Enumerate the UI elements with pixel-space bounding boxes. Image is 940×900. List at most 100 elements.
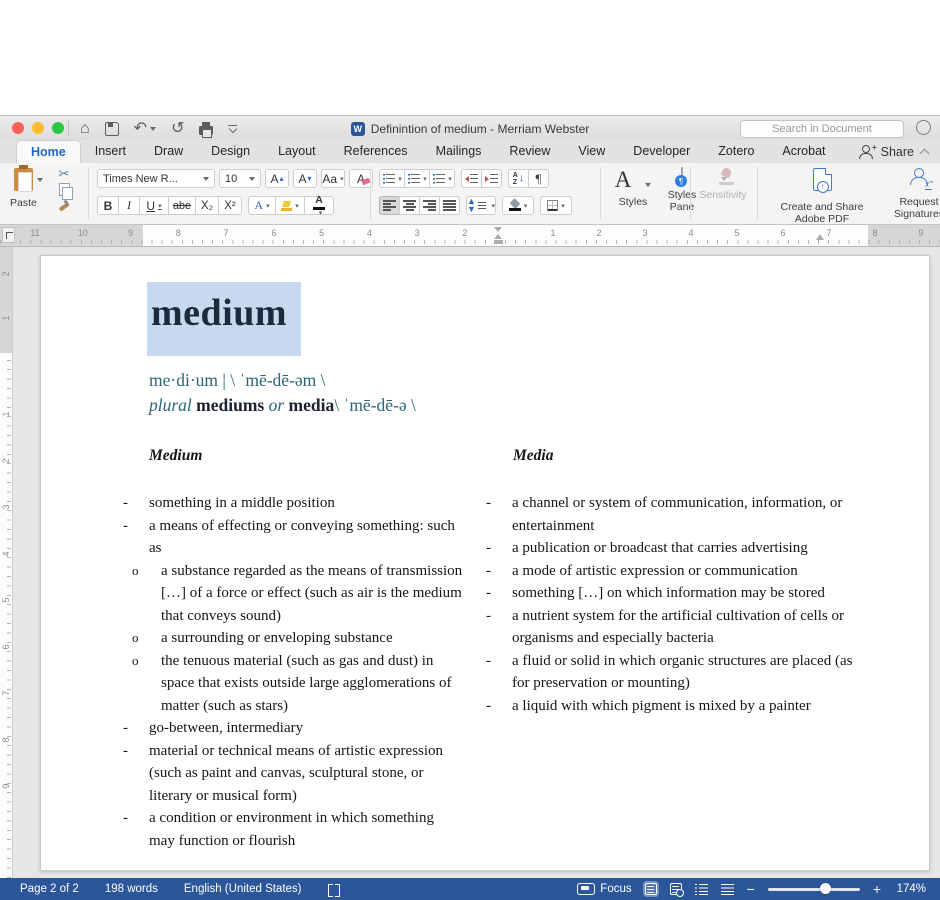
request-signatures-button[interactable]: x‴ Request Signatures (880, 168, 940, 220)
definition-item[interactable]: - go-between, intermediary (123, 717, 463, 740)
font-name-select[interactable]: Times New R... (97, 169, 215, 188)
horizontal-ruler[interactable]: 111098765432 123456789 (0, 225, 940, 247)
draft-view-button[interactable] (721, 884, 734, 895)
definition-item[interactable]: - something […] on which information may… (486, 582, 871, 605)
decrease-indent-button[interactable] (461, 169, 482, 188)
focus-mode-button[interactable]: Focus (577, 883, 631, 895)
ribbon-tab[interactable]: References (330, 140, 422, 163)
definition-item[interactable]: - something in a middle position (123, 492, 463, 515)
change-case-button[interactable]: Aa (321, 169, 345, 188)
zoom-out-button[interactable]: − (747, 882, 755, 896)
definition-item[interactable]: - a nutrient system for the artificial c… (486, 605, 871, 650)
paste-dropdown-caret[interactable] (37, 178, 43, 182)
format-painter-icon[interactable] (58, 199, 70, 211)
ribbon-tab[interactable]: Review (495, 140, 564, 163)
document-page[interactable]: medium me·di·um | \ ˈmē-dē-əm \ plural m… (40, 255, 930, 871)
zoom-window-button[interactable] (52, 122, 64, 134)
superscript-button[interactable]: X² (218, 196, 242, 215)
definition-item[interactable]: - a fluid or solid in which organic stru… (486, 650, 871, 695)
align-right-button[interactable] (419, 196, 440, 215)
numbering-button[interactable] (404, 169, 430, 188)
print-layout-view-button[interactable] (645, 883, 657, 895)
undo-dropdown-caret[interactable] (150, 127, 156, 131)
ribbon-tab[interactable]: Insert (81, 140, 140, 163)
zoom-percentage[interactable]: 174% (894, 883, 926, 895)
definition-item[interactable]: - a liquid with which pigment is mixed b… (486, 695, 871, 718)
zoom-slider-thumb[interactable] (820, 883, 831, 894)
track-changes-icon[interactable] (328, 884, 340, 895)
print-icon[interactable] (199, 122, 213, 135)
language-indicator[interactable]: English (United States) (184, 883, 302, 895)
web-layout-view-button[interactable] (670, 883, 682, 895)
paste-button[interactable]: Paste (10, 168, 37, 209)
definition-item[interactable]: - a channel or system of communication, … (486, 492, 871, 537)
close-window-button[interactable] (12, 122, 24, 134)
ribbon-tab[interactable]: Draw (140, 140, 197, 163)
font-color-button[interactable]: A (304, 196, 334, 215)
ribbon-tab[interactable]: Acrobat (768, 140, 839, 163)
borders-button[interactable] (540, 196, 572, 215)
create-share-adobe-pdf-button[interactable]: Create and Share Adobe PDF (772, 168, 872, 225)
bold-button[interactable]: B (97, 196, 119, 215)
shrink-font-button[interactable]: A (293, 169, 317, 188)
align-left-button[interactable] (379, 196, 400, 215)
font-size-select[interactable]: 10 (219, 169, 261, 188)
customize-toolbar-icon[interactable] (228, 125, 237, 133)
line-spacing-button[interactable]: ▲▼ (466, 196, 496, 215)
definition-column-media[interactable]: Media - a channel or system of communica… (486, 447, 871, 717)
ribbon-tab[interactable]: Developer (619, 140, 704, 163)
ribbon-tab[interactable]: Layout (264, 140, 330, 163)
grow-font-button[interactable]: A (265, 169, 289, 188)
copy-icon[interactable] (59, 183, 70, 196)
increase-indent-button[interactable] (481, 169, 502, 188)
outline-view-button[interactable] (695, 884, 708, 895)
ribbon-tab[interactable]: Zotero (704, 140, 768, 163)
definition-item[interactable]: - a publication or broadcast that carrie… (486, 537, 871, 560)
align-center-button[interactable] (399, 196, 420, 215)
zoom-slider[interactable] (768, 888, 860, 891)
definition-item[interactable]: - a condition or environment in which so… (123, 807, 463, 852)
definition-item[interactable]: o the tenuous material (such as gas and … (123, 650, 463, 718)
italic-button[interactable]: I (118, 196, 140, 215)
subscript-button[interactable]: X₂ (195, 196, 219, 215)
show-paragraph-marks-button[interactable]: ¶ (528, 169, 549, 188)
home-icon[interactable] (80, 121, 90, 137)
word-count[interactable]: 198 words (105, 883, 158, 895)
headword-highlighted-text[interactable]: medium (147, 282, 301, 356)
multilevel-list-button[interactable] (429, 169, 455, 188)
minimize-window-button[interactable] (32, 122, 44, 134)
underline-button[interactable]: U (139, 196, 169, 215)
left-indent-marker[interactable] (494, 240, 503, 244)
ribbon-tab[interactable]: Design (197, 140, 264, 163)
page-indicator[interactable]: Page 2 of 2 (20, 883, 79, 895)
search-input[interactable]: Search in Document (740, 120, 904, 138)
collapse-ribbon-icon[interactable] (920, 148, 930, 158)
bullets-button[interactable] (379, 169, 405, 188)
redo-icon[interactable] (171, 121, 184, 137)
definition-item[interactable]: o a surrounding or enveloping substance (123, 627, 463, 650)
definition-item[interactable]: - material or technical means of artisti… (123, 740, 463, 808)
highlight-color-button[interactable] (275, 196, 305, 215)
shading-button[interactable] (502, 196, 534, 215)
pronunciation-line-1[interactable]: me·di·um | \ ˈmē-dē-əm \ (149, 370, 326, 391)
pronunciation-line-2[interactable]: plural mediums or media\ ˈmē-dē-ə \ (149, 395, 416, 416)
definition-column-medium[interactable]: Medium - something in a middle position … (123, 447, 463, 852)
save-icon[interactable] (105, 122, 119, 136)
first-line-indent-marker[interactable] (494, 227, 502, 232)
share-button[interactable]: + Share (859, 140, 928, 163)
justify-button[interactable] (439, 196, 460, 215)
cut-icon[interactable]: ✂ (59, 167, 70, 180)
ribbon-tab[interactable]: View (564, 140, 619, 163)
definition-item[interactable]: - a means of effecting or conveying some… (123, 515, 463, 560)
right-indent-marker[interactable] (816, 234, 824, 240)
text-effects-button[interactable]: A (248, 196, 276, 215)
hanging-indent-marker[interactable] (494, 234, 502, 239)
zoom-in-button[interactable]: + (873, 882, 881, 896)
ribbon-tab[interactable]: Home (16, 140, 81, 163)
definition-item[interactable]: o a substance regarded as the means of t… (123, 560, 463, 628)
account-circle-icon[interactable] (916, 120, 931, 135)
sort-button[interactable]: AZ↓ (508, 169, 529, 188)
tab-stop-selector[interactable] (2, 227, 15, 243)
strikethrough-button[interactable]: abe (168, 196, 196, 215)
undo-button[interactable] (134, 121, 156, 137)
